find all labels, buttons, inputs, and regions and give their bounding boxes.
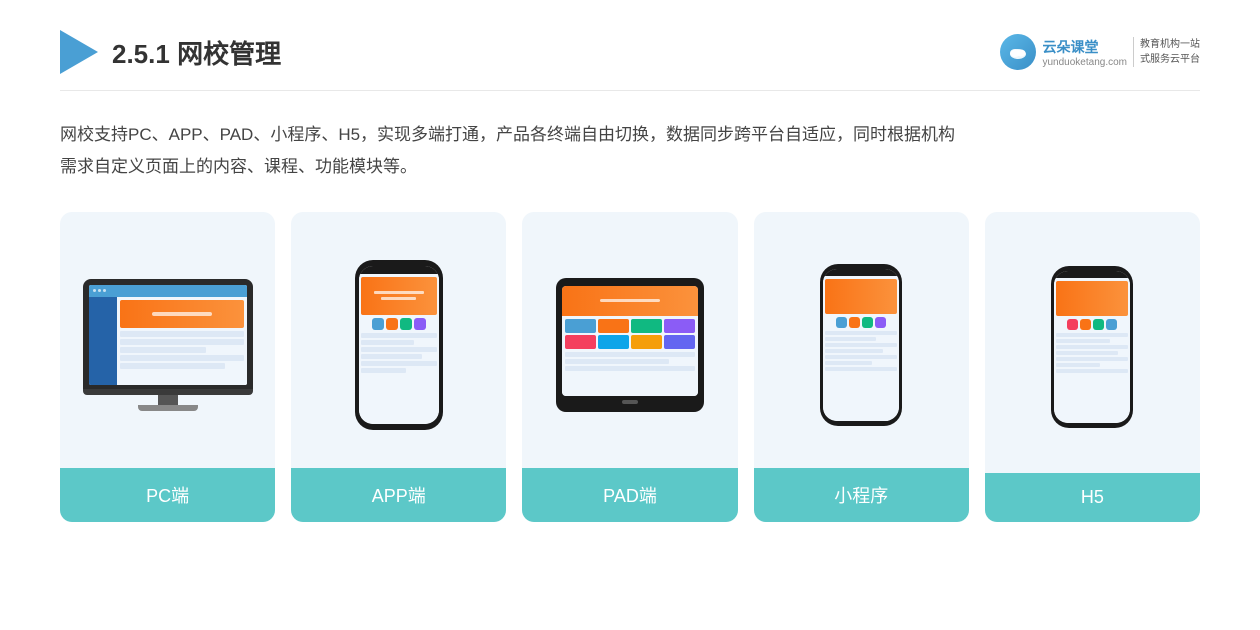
- card-pad-image: [522, 212, 737, 468]
- monitor-screen: [89, 285, 247, 385]
- card-h5-label: H5: [985, 473, 1200, 522]
- header-left: 2.5.1 网校管理: [60, 30, 281, 74]
- phone-mockup-app: [355, 260, 443, 430]
- miniapp-phone-mockup: [820, 264, 902, 426]
- description-text: 网校支持PC、APP、PAD、小程序、H5，实现多端打通，产品各终端自由切换，数…: [60, 119, 1200, 184]
- brand-logo: 云朵课堂 yunduoketang.com 教育机构一站 式服务云平台: [1000, 34, 1200, 70]
- card-app: APP端: [291, 212, 506, 522]
- card-miniapp-label: 小程序: [754, 468, 969, 522]
- header-right: 云朵课堂 yunduoketang.com 教育机构一站 式服务云平台: [1000, 34, 1200, 70]
- card-pc: PC端: [60, 212, 275, 522]
- card-h5-image: [985, 212, 1200, 473]
- brand-info: 云朵课堂 yunduoketang.com: [1042, 37, 1127, 68]
- page-container: 2.5.1 网校管理 云朵课堂 yunduoketang.com 教育机构一站: [0, 0, 1260, 630]
- logo-triangle-icon: [60, 30, 98, 74]
- cards-section: PC端: [60, 212, 1200, 522]
- card-pad: PAD端: [522, 212, 737, 522]
- miniapp-phone-screen: [823, 269, 899, 421]
- brand-slogan: 教育机构一站 式服务云平台: [1133, 37, 1200, 67]
- h5-phone-screen: [1054, 271, 1130, 423]
- brand-icon: [1000, 34, 1036, 70]
- card-pad-label: PAD端: [522, 468, 737, 522]
- card-miniapp-image: [754, 212, 969, 468]
- phone-screen: [359, 266, 439, 424]
- phone-notch: [387, 266, 411, 271]
- card-pc-image: [60, 212, 275, 468]
- card-h5: H5: [985, 212, 1200, 522]
- card-app-image: [291, 212, 506, 468]
- monitor-frame: [83, 279, 253, 389]
- cloud-icon: [1008, 42, 1028, 62]
- pc-monitor-mockup: [83, 279, 253, 411]
- page-title: 2.5.1 网校管理: [112, 34, 281, 71]
- card-app-label: APP端: [291, 468, 506, 522]
- tablet-mockup: [556, 278, 704, 412]
- tablet-screen: [562, 286, 698, 396]
- h5-phone-mockup: [1051, 266, 1133, 428]
- header: 2.5.1 网校管理 云朵课堂 yunduoketang.com 教育机构一站: [60, 30, 1200, 91]
- card-miniapp: 小程序: [754, 212, 969, 522]
- card-pc-label: PC端: [60, 468, 275, 522]
